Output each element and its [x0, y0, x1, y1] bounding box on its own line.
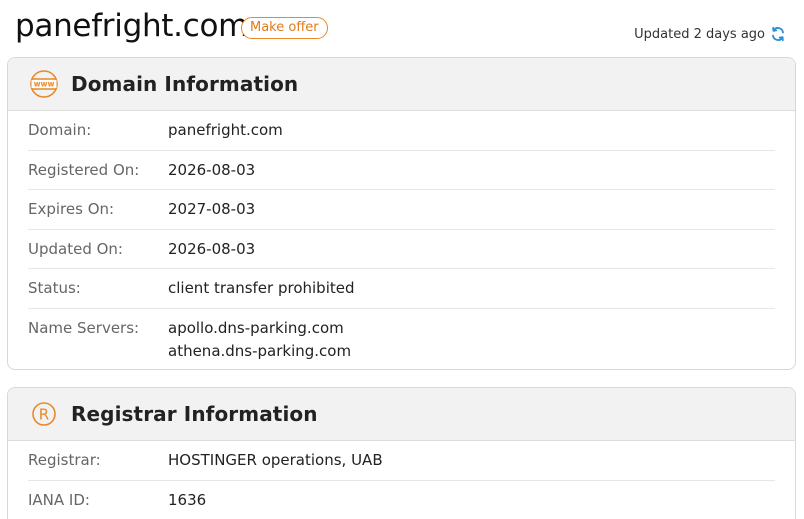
- info-row-name-servers: Name Servers: apollo.dns-parking.com ath…: [28, 309, 775, 363]
- row-value: 2026-08-03: [168, 239, 256, 258]
- domain-information-header: www Domain Information: [8, 58, 795, 111]
- row-value: 1636: [168, 491, 207, 510]
- row-label: Name Servers:: [28, 318, 140, 337]
- svg-text:www: www: [34, 80, 55, 89]
- info-row-iana-id: IANA ID: 1636: [28, 481, 775, 519]
- info-row-status: Status: client transfer prohibited: [28, 269, 775, 309]
- registrar-information-title: Registrar Information: [71, 402, 318, 426]
- top-bar: panefright.com Make offer Updated 2 days…: [0, 0, 804, 56]
- info-row-domain: Domain: panefright.com: [28, 111, 775, 151]
- row-label: Registrar:: [28, 451, 101, 470]
- info-row-updated-on: Updated On: 2026-08-03: [28, 230, 775, 269]
- row-value: 2027-08-03: [168, 200, 256, 219]
- registrar-information-card: R Registrar Information Registrar: HOSTI…: [7, 387, 796, 519]
- row-value: client transfer prohibited: [168, 279, 355, 298]
- row-label: Expires On:: [28, 200, 115, 219]
- registrar-information-rows: Registrar: HOSTINGER operations, UAB IAN…: [8, 441, 795, 519]
- row-value: 2026-08-03: [168, 160, 256, 179]
- row-value: HOSTINGER operations, UAB: [168, 451, 383, 470]
- domain-information-card: www Domain Information Domain: panefrigh…: [7, 57, 796, 370]
- whois-page: panefright.com Make offer Updated 2 days…: [0, 0, 804, 519]
- refresh-icon[interactable]: [770, 26, 786, 42]
- domain-information-title: Domain Information: [71, 72, 299, 96]
- info-row-expires-on: Expires On: 2027-08-03: [28, 190, 775, 230]
- make-offer-button[interactable]: Make offer: [241, 17, 328, 39]
- row-label: Updated On:: [28, 239, 123, 258]
- registrar-information-header: R Registrar Information: [8, 388, 795, 441]
- name-server-2: athena.dns-parking.com: [168, 341, 352, 360]
- info-row-registrar: Registrar: HOSTINGER operations, UAB: [28, 441, 775, 481]
- www-globe-icon: www: [29, 69, 59, 99]
- domain-information-rows: Domain: panefright.com Registered On: 20…: [8, 111, 795, 363]
- row-label: Registered On:: [28, 160, 140, 179]
- row-label: Domain:: [28, 121, 92, 140]
- row-value: panefright.com: [168, 121, 283, 140]
- row-label: Status:: [28, 279, 81, 298]
- page-title: panefright.com: [15, 8, 249, 44]
- registered-icon: R: [29, 399, 59, 429]
- row-label: IANA ID:: [28, 491, 90, 510]
- row-value: apollo.dns-parking.com athena.dns-parkin…: [168, 317, 351, 363]
- updated-status: Updated 2 days ago: [634, 26, 786, 42]
- svg-text:R: R: [39, 406, 49, 424]
- updated-text: Updated 2 days ago: [634, 26, 765, 42]
- name-server-1: apollo.dns-parking.com: [168, 318, 344, 337]
- info-row-registered-on: Registered On: 2026-08-03: [28, 151, 775, 190]
